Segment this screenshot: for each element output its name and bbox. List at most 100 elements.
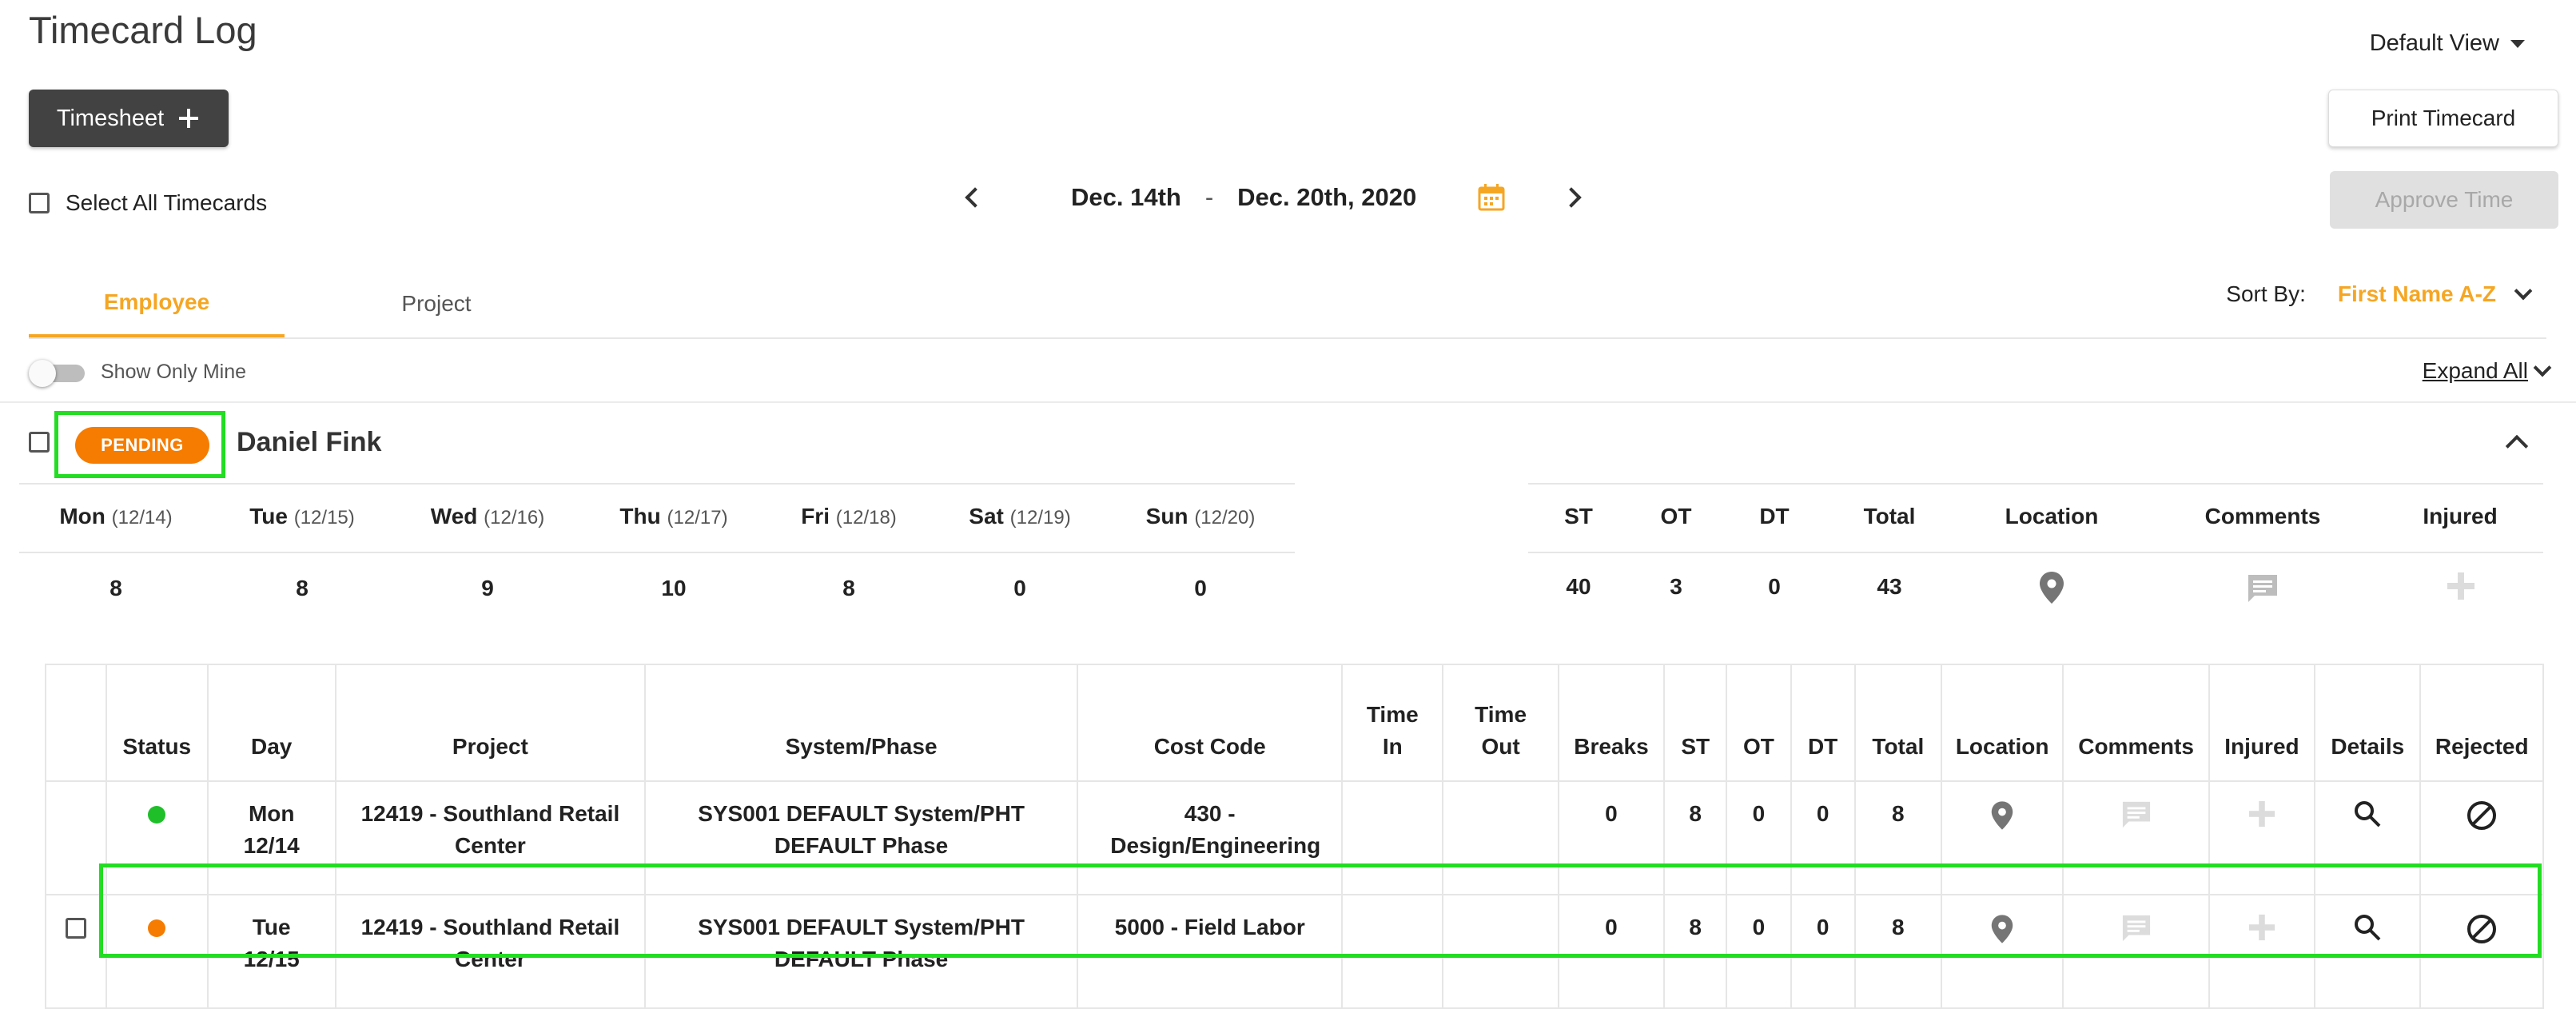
block-icon[interactable] xyxy=(2466,800,2498,832)
header-breaks[interactable]: Breaks xyxy=(1557,664,1666,782)
header-status[interactable]: Status xyxy=(106,664,209,782)
header-st[interactable]: ST xyxy=(1663,664,1728,782)
day-hours-mon: 8 xyxy=(109,576,122,600)
day-hours-thu: 10 xyxy=(661,576,687,600)
header-comments[interactable]: Comments xyxy=(2062,664,2210,782)
divider xyxy=(19,483,1295,485)
select-all-checkbox[interactable] xyxy=(29,193,50,213)
location-cell[interactable] xyxy=(1940,780,2064,895)
divider xyxy=(1528,552,2543,553)
expand-all-button[interactable]: Expand All xyxy=(2423,358,2552,384)
print-timecard-button[interactable]: Print Timecard xyxy=(2328,90,2558,147)
day-hours-wed: 9 xyxy=(481,576,494,600)
dt-cell: 0 xyxy=(1790,894,1856,1009)
block-icon[interactable] xyxy=(2466,913,2498,945)
injured-cell[interactable] xyxy=(2208,780,2316,895)
date-range-nav: Dec. 14th - Dec. 20th, 2020 xyxy=(959,177,1587,217)
day-hours-sat: 0 xyxy=(1013,576,1026,600)
search-icon[interactable] xyxy=(2353,800,2382,828)
timecard-detail-table: Status Day Project System/Phase Cost Cod… xyxy=(44,664,2544,1009)
status-dot xyxy=(148,919,166,937)
header-ot[interactable]: OT xyxy=(1726,664,1792,782)
st-cell: 8 xyxy=(1663,780,1728,895)
injured-plus-icon[interactable] xyxy=(2446,571,2476,601)
day-header-fri: Fri (12/18) xyxy=(801,504,897,528)
cost-code-cell: 5000 - Field Labor xyxy=(1077,894,1344,1009)
summary-st: 40 xyxy=(1566,574,1591,599)
cost-code-cell: 430 - Design/Engineering xyxy=(1077,780,1344,895)
comments-cell[interactable] xyxy=(2062,780,2210,895)
project-cell: 12419 - Southland Retail Center xyxy=(334,894,646,1009)
approve-time-button[interactable]: Approve Time xyxy=(2330,171,2558,229)
header-time-out[interactable]: Time Out xyxy=(1442,664,1559,782)
show-only-mine-row: Show Only Mine xyxy=(29,360,246,387)
header-day[interactable]: Day xyxy=(206,664,336,782)
summary-header-dt: DT xyxy=(1759,504,1790,528)
default-view-dropdown[interactable]: Default View xyxy=(2370,30,2525,57)
header-select xyxy=(44,664,108,782)
total-cell: 8 xyxy=(1853,780,1942,895)
day-header-mon: Mon (12/14) xyxy=(59,504,173,528)
employee-checkbox[interactable] xyxy=(29,432,50,453)
tab-employee[interactable]: Employee xyxy=(29,270,285,337)
comment-icon[interactable] xyxy=(2246,572,2279,604)
location-pin-icon[interactable] xyxy=(1990,913,2014,945)
header-details[interactable]: Details xyxy=(2314,664,2422,782)
day-header-thu: Thu (12/17) xyxy=(619,504,728,528)
details-cell[interactable] xyxy=(2314,894,2422,1009)
tab-project[interactable]: Project xyxy=(309,270,564,337)
comment-icon[interactable] xyxy=(2120,800,2152,830)
details-cell[interactable] xyxy=(2314,780,2422,895)
date-start[interactable]: Dec. 14th xyxy=(1071,183,1181,212)
location-pin-icon[interactable] xyxy=(1990,800,2014,832)
table-row[interactable]: Tue 12/15 12419 - Southland Retail Cente… xyxy=(44,894,2544,1009)
select-all-timecards[interactable]: Select All Timecards xyxy=(29,190,267,216)
comments-cell[interactable] xyxy=(2062,894,2210,1009)
header-time-in[interactable]: Time In xyxy=(1341,664,1444,782)
comment-icon[interactable] xyxy=(2120,913,2152,943)
header-system-phase[interactable]: System/Phase xyxy=(643,664,1079,782)
default-view-label: Default View xyxy=(2369,30,2499,56)
time-in-cell xyxy=(1341,894,1444,1009)
st-cell: 8 xyxy=(1663,894,1728,1009)
chevron-up-icon[interactable] xyxy=(2505,434,2529,458)
summary-header-injured: Injured xyxy=(2423,504,2498,528)
date-end[interactable]: Dec. 20th, 2020 xyxy=(1237,183,1416,212)
location-pin-icon[interactable] xyxy=(2038,571,2065,604)
location-cell[interactable] xyxy=(1940,894,2064,1009)
breaks-cell: 0 xyxy=(1557,780,1666,895)
ot-cell: 0 xyxy=(1726,780,1792,895)
injured-plus-icon[interactable] xyxy=(2248,913,2276,942)
header-injured[interactable]: Injured xyxy=(2208,664,2316,782)
injured-plus-icon[interactable] xyxy=(2248,800,2276,828)
add-timesheet-button[interactable]: Timesheet xyxy=(29,90,229,147)
summary-header-location: Location xyxy=(2005,504,2099,528)
chevron-left-icon xyxy=(965,187,985,208)
injured-cell[interactable] xyxy=(2208,894,2316,1009)
header-location[interactable]: Location xyxy=(1940,664,2064,782)
sort-value[interactable]: First Name A-Z xyxy=(2338,281,2496,307)
table-header-row: Status Day Project System/Phase Cost Cod… xyxy=(44,664,2544,782)
date-separator: - xyxy=(1204,183,1214,211)
calendar-icon[interactable] xyxy=(1477,183,1506,212)
ot-cell: 0 xyxy=(1726,894,1792,1009)
sort-control[interactable]: Sort By: First Name A-Z xyxy=(2226,281,2533,307)
rejected-cell[interactable] xyxy=(2419,780,2544,895)
caret-down-icon xyxy=(2510,39,2525,48)
search-icon[interactable] xyxy=(2353,913,2382,942)
prev-week-button[interactable] xyxy=(959,181,991,213)
rejected-cell[interactable] xyxy=(2419,894,2544,1009)
header-dt[interactable]: DT xyxy=(1790,664,1856,782)
header-cost-code[interactable]: Cost Code xyxy=(1077,664,1344,782)
row-checkbox[interactable] xyxy=(66,918,87,939)
header-total[interactable]: Total xyxy=(1853,664,1942,782)
next-week-button[interactable] xyxy=(1555,181,1587,213)
table-row[interactable]: Mon 12/14 12419 - Southland Retail Cente… xyxy=(44,780,2544,895)
divider xyxy=(1528,483,2543,485)
show-only-mine-toggle[interactable] xyxy=(29,360,85,387)
day-hours-sun: 0 xyxy=(1194,576,1207,600)
header-rejected[interactable]: Rejected xyxy=(2419,664,2544,782)
day-header-tue: Tue (12/15) xyxy=(249,504,355,528)
header-project[interactable]: Project xyxy=(334,664,646,782)
row-select-cell xyxy=(44,894,108,1009)
